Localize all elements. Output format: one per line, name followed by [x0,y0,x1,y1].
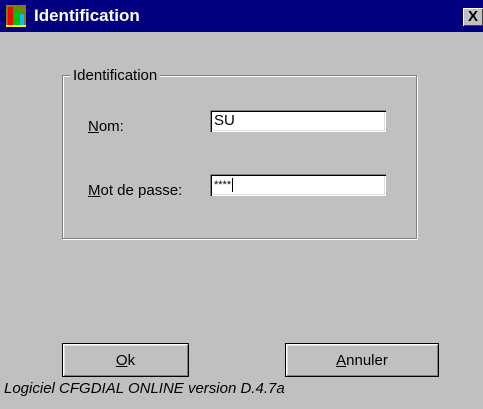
password-input[interactable]: **** [210,174,386,196]
ok-button-label: k [127,351,136,369]
nom-input[interactable]: SU [210,110,386,132]
close-icon: X [467,8,478,25]
ok-button-accelerator: O [115,351,128,369]
title-bar[interactable]: Identification X [0,0,483,32]
password-label: Mot de passe: [88,182,182,200]
nom-input-value: SU [214,112,235,129]
cancel-button-label: nnuler [346,351,388,369]
ok-button[interactable]: Ok [62,343,189,377]
password-label-text: ot de passe: [100,182,183,199]
groupbox-legend: Identification [70,67,161,85]
nom-label-text: om: [98,118,124,135]
identification-groupbox [62,75,417,239]
cancel-button[interactable]: Annuler [285,343,439,377]
nom-label: Nom: [88,118,124,136]
cancel-button-accelerator: A [336,351,347,369]
version-footer: Logiciel CFGDIAL ONLINE version D.4.7a [4,380,285,397]
close-button[interactable]: X [463,8,483,26]
app-icon [6,5,26,27]
text-caret [232,178,234,193]
nom-label-accelerator: N [88,118,99,135]
password-label-accelerator: M [88,182,101,199]
window-title: Identification [34,6,140,25]
password-input-value: **** [214,179,232,191]
